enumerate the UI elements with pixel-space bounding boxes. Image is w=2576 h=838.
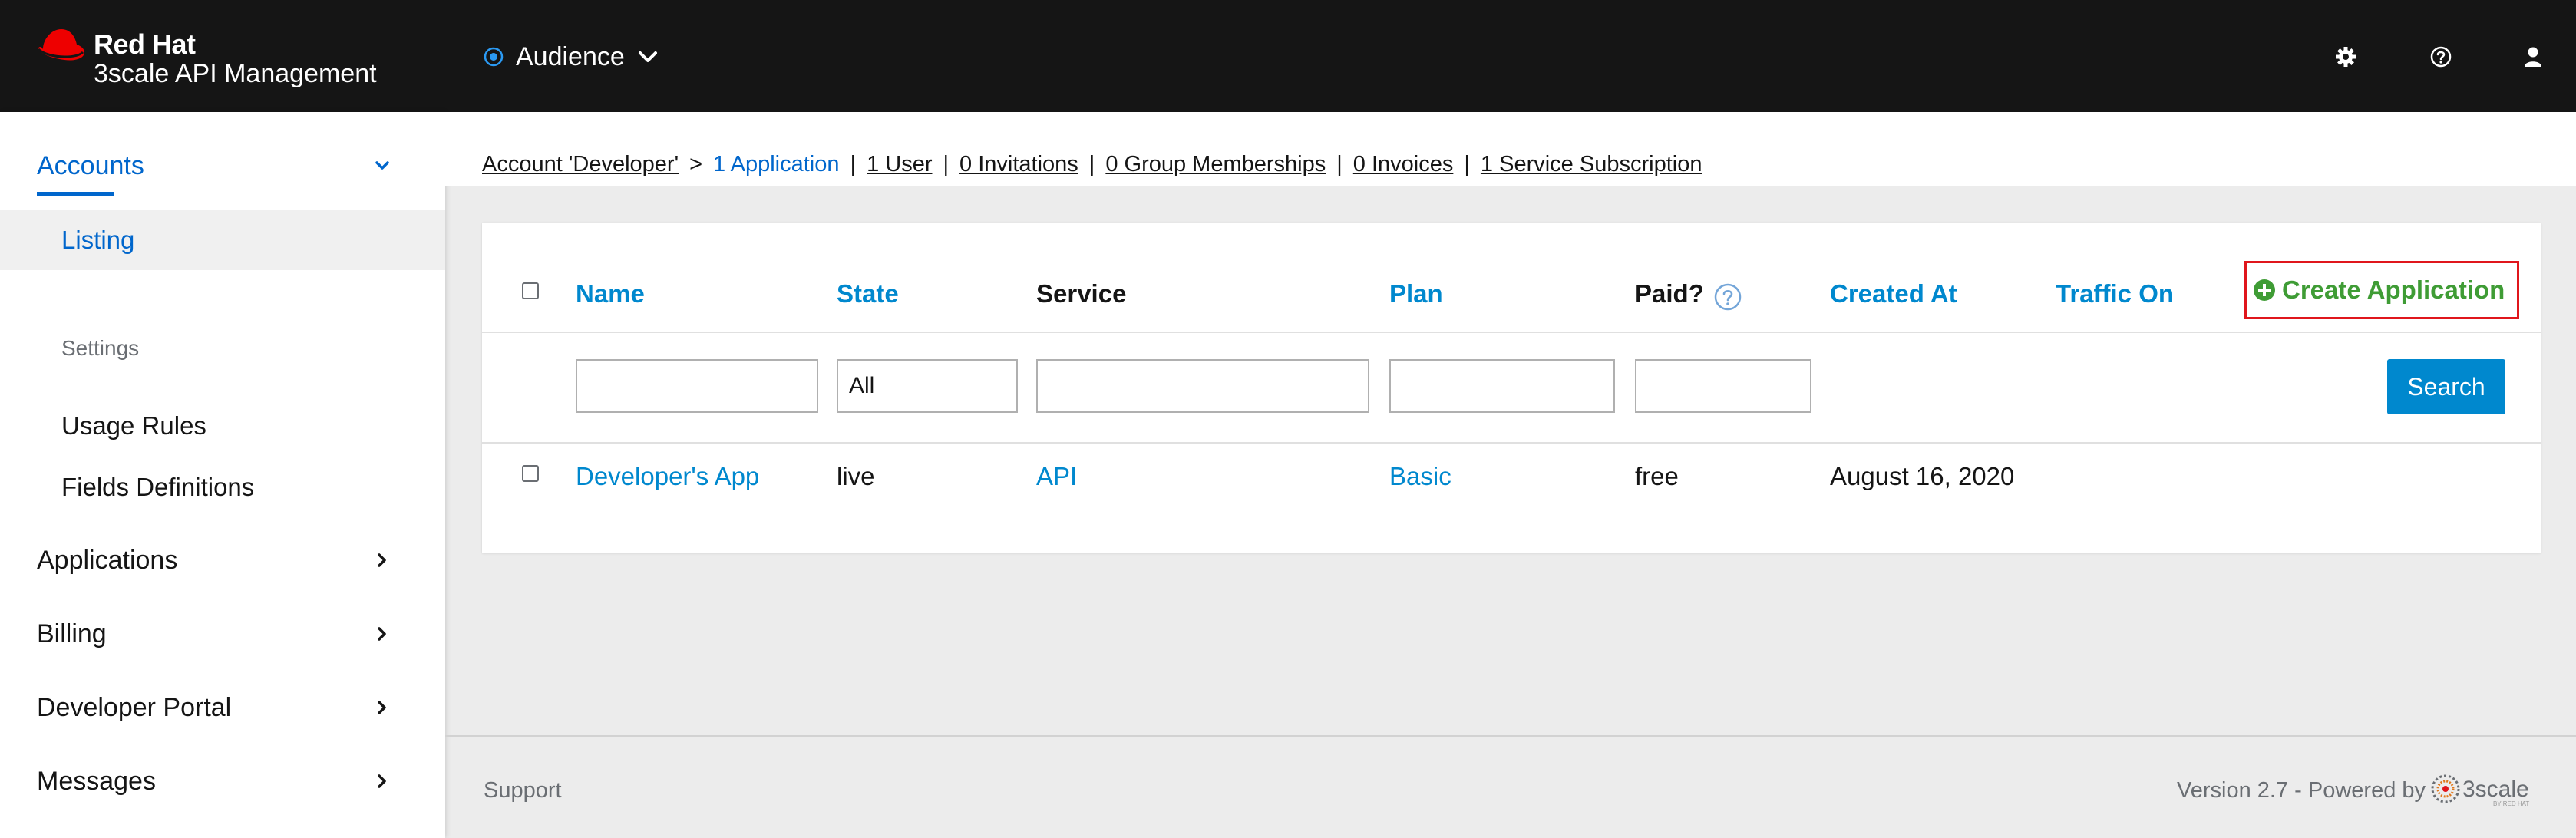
user-menu-button[interactable]: [2516, 40, 2550, 74]
name-filter-input[interactable]: [576, 359, 818, 413]
breadcrumb-invitations-link[interactable]: 0 Invitations: [959, 152, 1078, 177]
sidebar-item-fields-definitions[interactable]: Fields Definitions: [0, 457, 445, 517]
sidebar-item-label: Listing: [61, 226, 135, 254]
breadcrumb-separator: >: [689, 152, 703, 177]
plus-circle-icon: [2254, 279, 2275, 301]
breadcrumb-separator: |: [1336, 152, 1342, 177]
sidebar-section-billing[interactable]: Billing: [0, 606, 445, 661]
select-all-checkbox[interactable]: [522, 282, 539, 299]
sidebar-section-developer-portal[interactable]: Developer Portal: [0, 680, 445, 735]
divider: [482, 442, 2541, 444]
applications-table: Name State Service Plan Paid? Created At…: [482, 223, 2541, 553]
search-button[interactable]: Search: [2387, 359, 2505, 414]
breadcrumb-account-link[interactable]: Account 'Developer': [482, 152, 679, 177]
context-switcher[interactable]: Audience: [484, 38, 659, 75]
create-application-label: Create Application: [2282, 275, 2505, 304]
sidebar: Accounts Listing Settings Usage Rules Fi…: [0, 112, 445, 838]
state-filter-select[interactable]: [837, 359, 1018, 413]
help-button[interactable]: [2424, 40, 2458, 74]
sidebar-section-label: Applications: [37, 545, 178, 575]
sidebar-section-label: Billing: [37, 619, 107, 648]
breadcrumb-separator: |: [943, 152, 949, 177]
sidebar-item-label: Usage Rules: [61, 411, 206, 440]
sidebar-section-messages[interactable]: Messages: [0, 754, 445, 809]
3scale-logo-icon: 3scale BY RED HAT: [2431, 774, 2529, 807]
masthead: Red Hat 3scale API Management Audience: [0, 0, 2576, 112]
breadcrumb-applications-current: 1 Application: [713, 152, 840, 177]
divider: [482, 332, 2541, 333]
application-plan-link[interactable]: Basic: [1389, 462, 1451, 491]
version-text: Version 2.7 - Powered by: [2177, 778, 2426, 803]
column-header-state[interactable]: State: [837, 279, 899, 308]
help-icon: [2430, 46, 2452, 68]
sidebar-section-label: Developer Portal: [37, 692, 232, 722]
sidebar-group-settings: Settings: [61, 336, 140, 360]
sidebar-section-applications[interactable]: Applications: [0, 533, 445, 588]
breadcrumb-service-subscriptions-link[interactable]: 1 Service Subscription: [1481, 152, 1702, 177]
context-label: Audience: [516, 41, 625, 71]
chevron-right-icon: [378, 774, 386, 788]
chevron-right-icon: [378, 701, 386, 714]
create-application-button[interactable]: Create Application: [2244, 261, 2519, 319]
breadcrumb-separator: |: [850, 152, 857, 177]
sidebar-section-label: Accounts: [37, 150, 144, 180]
column-header-plan[interactable]: Plan: [1389, 279, 1443, 308]
sidebar-item-listing[interactable]: Listing: [0, 210, 445, 270]
logo-text: 3scale: [2462, 777, 2529, 802]
breadcrumb-bar: Account 'Developer' > 1 Application | 1 …: [445, 112, 2576, 186]
question-circle-icon[interactable]: [1713, 282, 1742, 312]
application-state: live: [837, 462, 875, 490]
breadcrumb-invoices-link[interactable]: 0 Invoices: [1353, 152, 1454, 177]
column-header-created-at[interactable]: Created At: [1830, 279, 1957, 308]
support-link[interactable]: Support: [484, 778, 562, 803]
settings-button[interactable]: [2329, 40, 2363, 74]
service-filter-input[interactable]: [1036, 359, 1369, 413]
column-header-paid: Paid?: [1635, 279, 1704, 308]
chevron-right-icon: [378, 553, 386, 567]
sidebar-item-usage-rules[interactable]: Usage Rules: [0, 396, 445, 456]
sidebar-item-label: Fields Definitions: [61, 473, 255, 501]
application-paid: free: [1635, 462, 1679, 490]
sidebar-section-label: Messages: [37, 766, 156, 796]
plan-filter-input[interactable]: [1389, 359, 1615, 413]
application-created-at: August 16, 2020: [1830, 462, 2015, 490]
breadcrumb-separator: |: [1088, 152, 1095, 177]
user-icon: [2525, 47, 2541, 67]
brand[interactable]: Red Hat 3scale API Management: [35, 25, 404, 89]
sidebar-section-accounts[interactable]: Accounts: [0, 138, 445, 193]
logo-subtext: BY RED HAT: [2493, 800, 2529, 807]
application-name-link[interactable]: Developer's App: [576, 462, 759, 491]
gear-icon: [2336, 47, 2356, 67]
column-header-traffic-on[interactable]: Traffic On: [2056, 279, 2174, 308]
breadcrumb: Account 'Developer' > 1 Application | 1 …: [482, 152, 1702, 177]
brand-name: Red Hat: [94, 28, 196, 60]
active-section-indicator: [37, 192, 114, 196]
chevron-down-icon: [638, 51, 657, 62]
footer-divider: [445, 735, 2576, 737]
target-icon: [484, 47, 504, 67]
breadcrumb-separator: |: [1464, 152, 1470, 177]
column-header-name[interactable]: Name: [576, 279, 645, 308]
red-hat-logo-icon: [37, 29, 84, 61]
column-header-service: Service: [1036, 279, 1127, 308]
chevron-down-icon: [375, 161, 389, 170]
paid-filter-input[interactable]: [1635, 359, 1811, 413]
breadcrumb-users-link[interactable]: 1 User: [867, 152, 932, 177]
chevron-right-icon: [378, 627, 386, 641]
breadcrumb-group-memberships-link[interactable]: 0 Group Memberships: [1105, 152, 1326, 177]
brand-product: 3scale API Management: [94, 59, 377, 88]
row-select-checkbox[interactable]: [522, 465, 539, 482]
application-service-link[interactable]: API: [1036, 462, 1077, 491]
